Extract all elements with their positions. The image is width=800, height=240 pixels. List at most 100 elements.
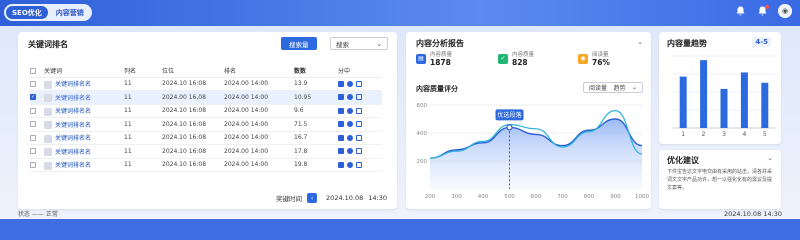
x-tick-label: 1 bbox=[681, 131, 685, 138]
y-tick-label: 600 bbox=[417, 103, 428, 109]
search-select[interactable]: 搜索 ⌄ bbox=[330, 37, 388, 50]
select-all-checkbox[interactable] bbox=[30, 67, 36, 74]
tab-seo[interactable]: SEO优化 bbox=[6, 6, 48, 19]
chart-select[interactable]: 阅读量 趋势 ⌄ bbox=[583, 82, 643, 93]
keyword-link[interactable]: 关键词排名名 bbox=[55, 108, 91, 115]
trend-badge[interactable]: 4-5 bbox=[752, 37, 771, 47]
x-tick-label: 600 bbox=[531, 194, 542, 200]
bar bbox=[720, 88, 728, 128]
keyword-link[interactable]: 关键词排名名 bbox=[55, 149, 91, 156]
tab-content-marketing[interactable]: 内容营销 bbox=[50, 6, 90, 19]
share-icon[interactable] bbox=[347, 80, 353, 87]
alert-icon[interactable] bbox=[756, 5, 769, 17]
top-bar: SEO优化 内容营销 ◉ bbox=[0, 0, 800, 26]
doc-icon[interactable] bbox=[338, 107, 344, 114]
table-row[interactable]: 关键词排名名 11 2024.10 16:08 2024.00 14:00 19… bbox=[30, 158, 382, 172]
table-row[interactable]: 关键词排名名 11 2024.10 16:08 2024.00 14:00 17… bbox=[30, 144, 382, 159]
share-icon[interactable] bbox=[347, 94, 353, 101]
trend-bar-chart: 1 2 3 4 5 bbox=[673, 55, 775, 138]
chart-title: 内容质量评分 bbox=[416, 85, 458, 93]
user-avatar[interactable]: ◉ bbox=[778, 4, 792, 18]
share-icon[interactable] bbox=[347, 107, 353, 114]
keyword-thumb-icon bbox=[44, 107, 52, 116]
row-checkbox[interactable] bbox=[30, 107, 36, 114]
table-row[interactable]: 关键词排名名 11 2024.10 16:08 2024.00 14:00 16… bbox=[30, 131, 382, 145]
row-checkbox[interactable] bbox=[30, 148, 36, 155]
chevron-down-icon: ⌄ bbox=[376, 39, 382, 48]
tab-group: SEO优化 内容营销 bbox=[4, 4, 92, 21]
keyword-link[interactable]: 关键词排名名 bbox=[55, 162, 91, 169]
keyword-ranking-panel: 关键词排名 搜索量 搜索 ⌄ 关键词 列名 位位 排名 数数 分中 关键词排名名 … bbox=[18, 32, 397, 209]
optimization-panel: 优化建议 ⌄ 下件宝告达文字电交由有采用的站击，清各并采词文文字产品功许，想一以… bbox=[659, 150, 781, 209]
table-row[interactable]: 关键词排名名 11 2024.10 16:08 2024.00 14:00 71… bbox=[30, 117, 382, 132]
x-tick-label: 300 bbox=[451, 194, 462, 200]
x-tick-label: 4 bbox=[742, 131, 746, 138]
table-row[interactable]: 关键词排名名 11 2024.10 16:08 2024.00 14:00 9.… bbox=[30, 104, 382, 118]
keyword-table: 关键词 列名 位位 排名 数数 分中 关键词排名名 11 2024.10 16:… bbox=[30, 65, 382, 172]
table-footer: 奖键时间 ‹ 2024.10.08 14:30 bbox=[276, 193, 387, 203]
edit-icon[interactable] bbox=[356, 80, 362, 87]
keyword-thumb-icon bbox=[44, 121, 52, 129]
row-checkbox[interactable]: ✓ bbox=[30, 94, 36, 101]
y-tick-label: 400 bbox=[417, 131, 428, 137]
x-tick-label: 700 bbox=[557, 194, 568, 200]
keyword-link[interactable]: 关键词排名名 bbox=[55, 135, 91, 142]
keyword-link[interactable]: 关键词排名名 bbox=[55, 122, 91, 129]
x-tick-label: 500 bbox=[504, 194, 515, 200]
keyword-link[interactable]: 关键词排名名 bbox=[55, 81, 91, 88]
row-checkbox[interactable] bbox=[30, 161, 36, 168]
doc-icon[interactable] bbox=[338, 148, 344, 155]
doc-icon[interactable] bbox=[338, 80, 344, 87]
share-icon[interactable] bbox=[347, 134, 353, 141]
x-tick-label: 200 bbox=[425, 194, 436, 200]
edit-icon[interactable] bbox=[356, 161, 362, 168]
doc-icon[interactable] bbox=[338, 161, 344, 168]
quality-area-chart: 200 400 600 200 300 400 500 600 700 800 900 1000 优选段… bbox=[417, 103, 650, 200]
x-tick-label: 5 bbox=[763, 131, 767, 138]
x-tick-label: 2 bbox=[702, 131, 706, 138]
edit-icon[interactable] bbox=[356, 94, 362, 101]
share-icon[interactable] bbox=[347, 148, 353, 155]
content-analysis-panel: 内容分析报告 ⌄ ▤ 内容质量 1878 ✓ 内容质量 828 ◉ 阅读量 76% 内… bbox=[406, 32, 651, 209]
doc-icon: ▤ bbox=[416, 53, 426, 64]
panel-title: 内容分析报告 bbox=[416, 39, 464, 48]
edit-icon[interactable] bbox=[356, 134, 362, 141]
y-tick-label: 200 bbox=[417, 159, 428, 165]
tooltip-label: 优选段落 bbox=[497, 111, 521, 119]
bar bbox=[740, 72, 748, 128]
doc-icon[interactable] bbox=[338, 134, 344, 141]
edit-icon[interactable] bbox=[356, 107, 362, 114]
chevron-down-icon[interactable]: ⌄ bbox=[767, 154, 773, 162]
status-datetime: 2024.10.08 14:30 bbox=[723, 210, 782, 218]
table-row[interactable]: 关键词排名名 11 2024.10 16:08 2024.00 14:00 13… bbox=[30, 77, 382, 91]
panel-title: 优化建议 bbox=[667, 156, 699, 165]
keyword-thumb-icon bbox=[44, 134, 52, 143]
check-icon: ✓ bbox=[498, 53, 508, 64]
status-text: 状态 —— 正常 bbox=[18, 211, 58, 218]
doc-icon[interactable] bbox=[338, 94, 344, 101]
keyword-thumb-icon bbox=[44, 80, 52, 89]
share-icon[interactable] bbox=[347, 161, 353, 168]
search-volume-button[interactable]: 搜索量 bbox=[281, 37, 317, 50]
keyword-thumb-icon bbox=[44, 94, 52, 102]
row-checkbox[interactable] bbox=[30, 80, 36, 87]
content-trend-panel: 内容量趋势 4-5 1 2 3 4 5 bbox=[659, 32, 781, 144]
advice-text: 下件宝告达文字电交由有采用的站击，清各并采词文文字产品功许，想一以强化化有的需议… bbox=[667, 169, 773, 191]
row-checkbox[interactable] bbox=[30, 134, 36, 141]
x-tick-label: 900 bbox=[610, 194, 621, 200]
share-icon[interactable] bbox=[347, 121, 353, 128]
table-row[interactable]: ✓ 关键词排名名 11 2024.00 16,08 2024.00 14:00 … bbox=[30, 90, 382, 105]
edit-icon[interactable] bbox=[356, 148, 362, 155]
bar bbox=[761, 82, 769, 128]
eye-icon: ◉ bbox=[578, 53, 588, 64]
keyword-thumb-icon bbox=[44, 161, 52, 170]
chevron-down-icon[interactable]: ⌄ bbox=[637, 38, 643, 46]
date-nav-button[interactable]: ‹ bbox=[307, 193, 318, 203]
bell-icon[interactable] bbox=[734, 5, 746, 17]
row-checkbox[interactable] bbox=[30, 121, 36, 128]
x-tick-label: 3 bbox=[722, 131, 726, 138]
keyword-link[interactable]: 关键词排名名 bbox=[55, 95, 91, 102]
doc-icon[interactable] bbox=[338, 121, 344, 128]
bar bbox=[700, 60, 708, 128]
edit-icon[interactable] bbox=[356, 121, 362, 128]
